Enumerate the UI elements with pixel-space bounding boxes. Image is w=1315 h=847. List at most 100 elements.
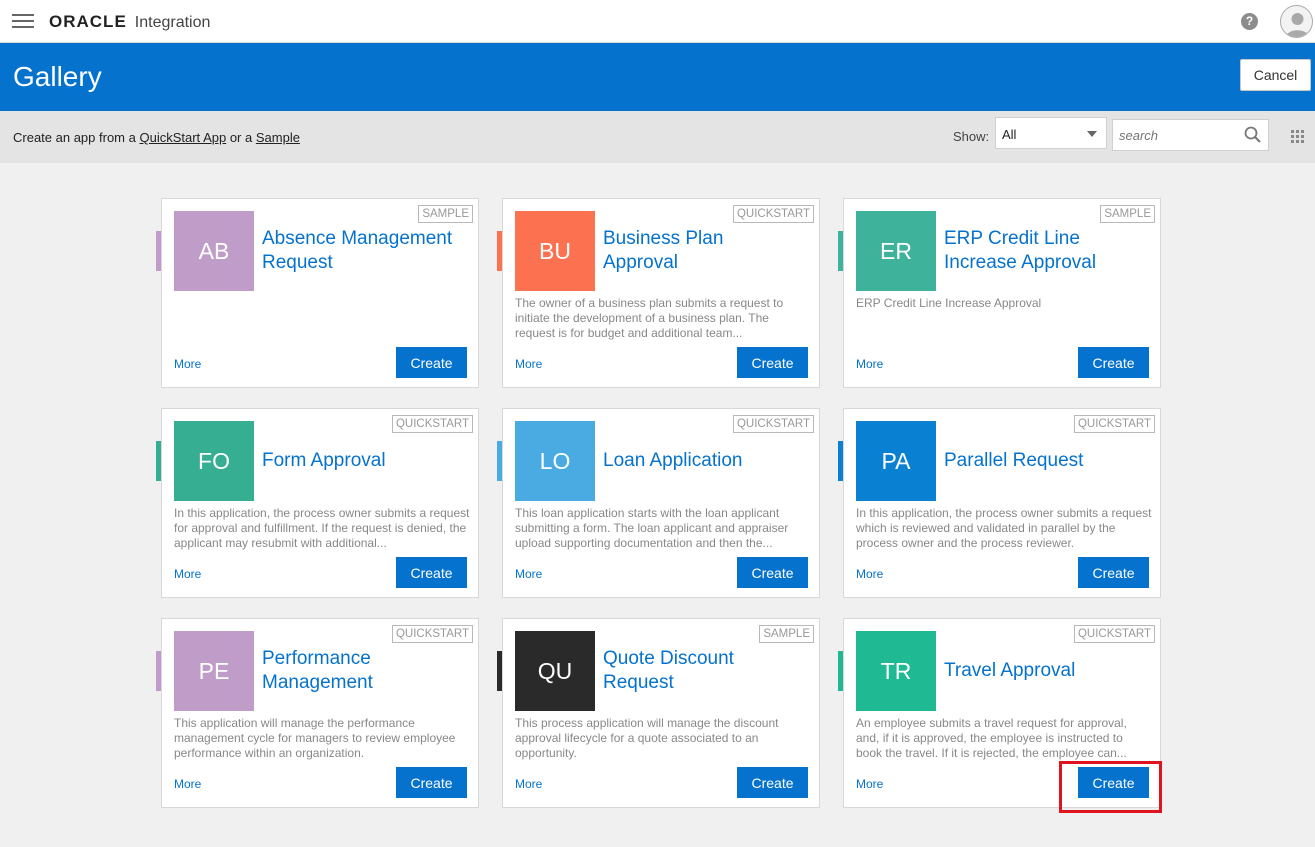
app-card-title-line: Loan Application — [603, 450, 743, 471]
card-accent — [156, 651, 161, 691]
app-card-description: The owner of a business plan submits a r… — [515, 296, 784, 340]
app-card-title[interactable]: Business Plan Approval — [603, 227, 813, 275]
card-accent — [156, 441, 161, 481]
card-accent — [497, 231, 502, 271]
app-card-description: In this application, the process owner s… — [174, 506, 470, 550]
app-card: ER SAMPLE ERP Credit Line Increase Approv… — [838, 198, 1161, 388]
app-card-description: An employee submits a travel request for… — [856, 716, 1127, 760]
app-card-title-line: Request — [262, 252, 333, 273]
quickstart-link[interactable]: QuickStart App — [139, 130, 226, 145]
more-link[interactable]: More — [515, 777, 542, 791]
card-accent — [838, 651, 843, 691]
app-icon-tile: LO — [515, 421, 595, 501]
create-button[interactable]: Create — [1078, 557, 1149, 588]
app-card-title-line: Increase Approval — [944, 252, 1097, 273]
create-button[interactable]: Create — [396, 347, 467, 378]
app-card: LO QUICKSTART Loan Application This loan… — [497, 408, 820, 598]
sample-link[interactable]: Sample — [256, 130, 300, 145]
app-card-title-line: Management — [262, 672, 373, 693]
page-header: Gallery — [0, 43, 1315, 111]
app-card-title[interactable]: Performance Management — [262, 647, 472, 695]
brand-name: ORACLE — [49, 12, 127, 31]
chevron-down-icon — [1087, 131, 1097, 137]
app-card-title[interactable]: Travel Approval — [944, 659, 1154, 683]
app-type-badge: QUICKSTART — [732, 205, 814, 223]
show-filter-value: All — [1002, 127, 1017, 142]
app-card-description: This loan application starts with the lo… — [515, 506, 789, 550]
more-link[interactable]: More — [856, 777, 883, 791]
hamburger-menu-icon[interactable] — [12, 14, 34, 29]
app-card-title-line: ERP Credit Line — [944, 228, 1080, 249]
more-link[interactable]: More — [174, 357, 201, 371]
app-card: PE QUICKSTART Performance Management This… — [156, 618, 479, 808]
more-link[interactable]: More — [515, 567, 542, 581]
create-button[interactable]: Create — [737, 557, 808, 588]
app-icon-tile: AB — [174, 211, 254, 291]
user-icon — [1286, 13, 1309, 37]
app-card-title[interactable]: Absence Management Request — [262, 227, 472, 275]
search-input[interactable] — [1113, 120, 1238, 150]
grid-view-icon[interactable] — [1291, 130, 1304, 143]
app-card: FO QUICKSTART Form Approval In this appl… — [156, 408, 479, 598]
app-icon-tile: FO — [174, 421, 254, 501]
product-name: Integration — [134, 14, 211, 31]
app-card-title[interactable]: Loan Application — [603, 449, 813, 473]
more-link[interactable]: More — [856, 567, 883, 581]
app-icon-tile: ER — [856, 211, 936, 291]
page-title: Gallery — [13, 61, 102, 92]
app-card-title-line: Form Approval — [262, 450, 386, 471]
app-card-description: This process application will manage the… — [515, 716, 779, 760]
app-card-title-line: Request — [603, 672, 674, 693]
help-icon[interactable]: ? — [1241, 13, 1258, 30]
app-icon-tile: TR — [856, 631, 936, 711]
cancel-button[interactable]: Cancel — [1240, 59, 1311, 91]
user-avatar[interactable] — [1280, 5, 1313, 38]
app-card-description: This application will manage the perform… — [174, 716, 456, 760]
more-link[interactable]: More — [174, 567, 201, 581]
search-box — [1112, 119, 1269, 151]
oracle-logo: ORACLE Integration — [49, 12, 210, 32]
card-accent — [838, 231, 843, 271]
app-card-description: ERP Credit Line Increase Approval — [856, 296, 1042, 310]
show-label: Show: — [953, 129, 990, 144]
highlight-box — [1059, 761, 1162, 813]
app-card-title-line: Quote Discount — [603, 648, 734, 669]
create-button[interactable]: Create — [737, 767, 808, 798]
app-card-title[interactable]: Quote Discount Request — [603, 647, 813, 695]
app-card-title[interactable]: Parallel Request — [944, 449, 1154, 473]
app-card: BU QUICKSTART Business Plan Approval The … — [497, 198, 820, 388]
app-type-badge: SAMPLE — [1100, 205, 1155, 223]
app-card-description: In this application, the process owner s… — [856, 506, 1152, 550]
app-card-title-line: Absence Management — [262, 228, 453, 249]
more-link[interactable]: More — [515, 357, 542, 371]
app-card-title-line: Business Plan — [603, 228, 724, 249]
card-accent — [497, 441, 502, 481]
app-icon-tile: PA — [856, 421, 936, 501]
card-accent — [838, 441, 843, 481]
app-icon-tile: QU — [515, 631, 595, 711]
app-type-badge: QUICKSTART — [1073, 625, 1155, 643]
app-type-badge: QUICKSTART — [391, 625, 473, 643]
create-button[interactable]: Create — [396, 767, 467, 798]
app-icon-tile: BU — [515, 211, 595, 291]
app-type-badge: SAMPLE — [418, 205, 473, 223]
create-button[interactable]: Create — [396, 557, 467, 588]
card-accent — [156, 231, 161, 271]
app-card-title-line: Approval — [603, 252, 678, 273]
show-filter-select[interactable]: All — [995, 117, 1107, 149]
create-button[interactable]: Create — [737, 347, 808, 378]
app-card-title[interactable]: Form Approval — [262, 449, 472, 473]
app-card-title-line: Parallel Request — [944, 450, 1084, 471]
app-card-title[interactable]: ERP Credit Line Increase Approval — [944, 227, 1154, 275]
more-link[interactable]: More — [174, 777, 201, 791]
app-card-title-line: Travel Approval — [944, 660, 1076, 681]
more-link[interactable]: More — [856, 357, 883, 371]
intro-prefix: Create an app from a — [13, 130, 136, 145]
create-button[interactable]: Create — [1078, 347, 1149, 378]
intro-text: Create an app from a QuickStart App or a… — [13, 130, 300, 145]
app-card: QU SAMPLE Quote Discount Request This pro… — [497, 618, 820, 808]
app-type-badge: SAMPLE — [759, 625, 814, 643]
app-card: PA QUICKSTART Parallel Request In this a… — [838, 408, 1161, 598]
app-icon-tile: PE — [174, 631, 254, 711]
search-icon[interactable] — [1244, 126, 1262, 144]
